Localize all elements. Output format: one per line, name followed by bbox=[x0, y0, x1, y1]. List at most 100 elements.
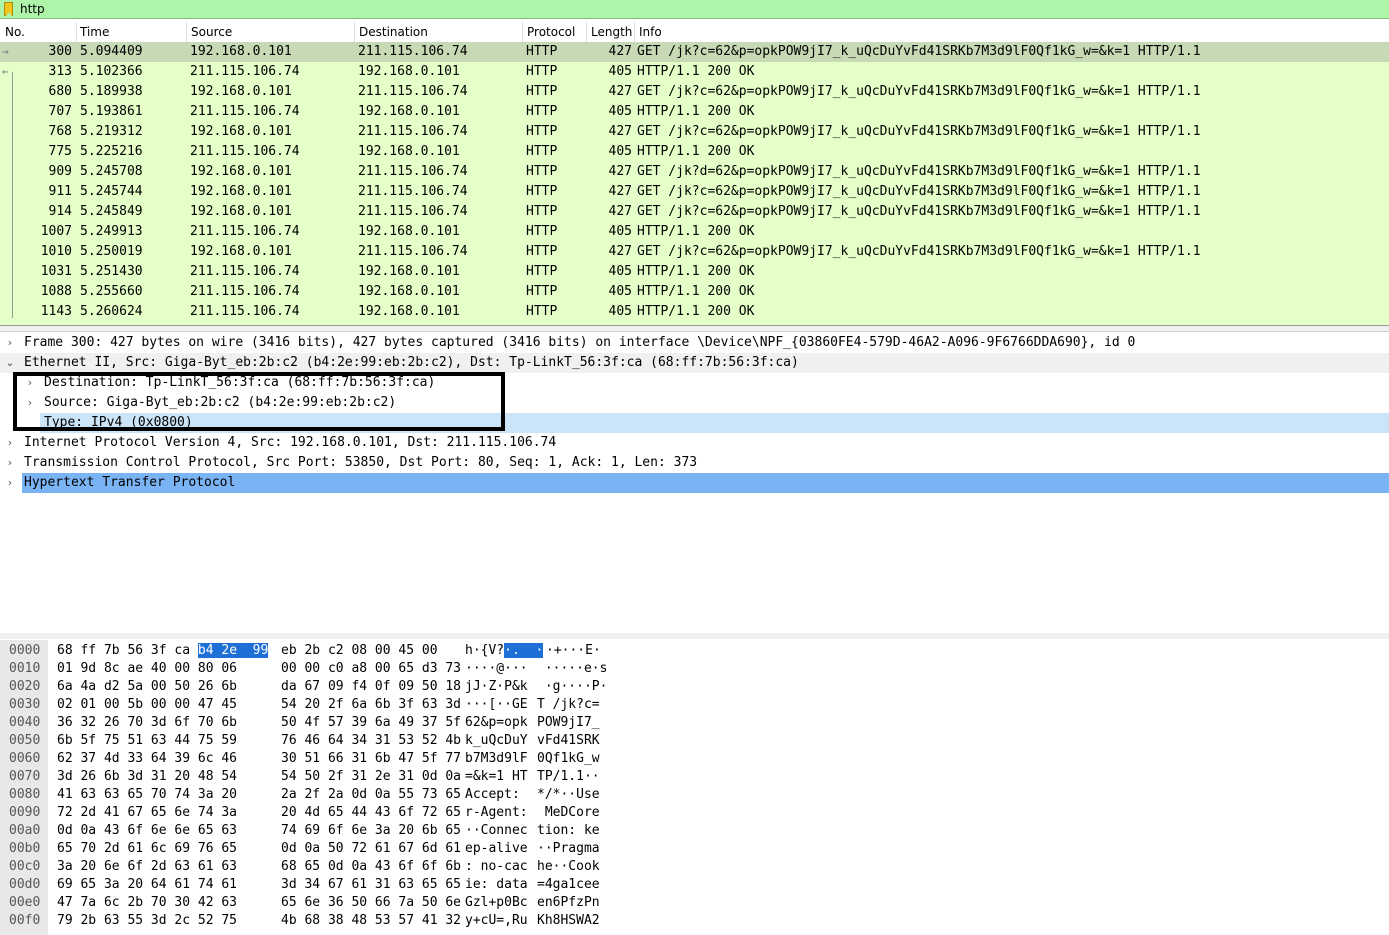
byte-row[interactable]: 0000 68 ff 7b 56 3f ca b4 2e 99 eb 2b c2 0… bbox=[0, 642, 1389, 660]
hex-bytes-right: 76 46 64 34 31 53 52 4b bbox=[281, 733, 462, 748]
ascii-text: ····@··· bbox=[465, 661, 528, 676]
hex-bytes-left: 36 32 26 70 3d 6f 70 6b bbox=[57, 714, 237, 732]
display-filter-bar bbox=[0, 0, 1389, 19]
expand-chevron-right-icon[interactable]: › bbox=[4, 453, 16, 473]
byte-row[interactable]: 0070 3d 26 6b 3d 31 20 48 54 54 50 2f 31 2… bbox=[0, 768, 1389, 786]
hex-bytes-right: 68 65 0d 0a 43 6f 6f 6b bbox=[281, 859, 462, 874]
pane-splitter[interactable] bbox=[0, 633, 1389, 639]
byte-row[interactable]: 0020 6a 4a d2 5a 00 50 26 6b da 67 09 f4 0… bbox=[0, 678, 1389, 696]
byte-row[interactable]: 00c0 3a 20 6e 6f 2d 63 61 63 68 65 0d 0a 4… bbox=[0, 858, 1389, 876]
expand-chevron-right-icon[interactable]: › bbox=[4, 433, 16, 453]
packet-protocol: HTTP bbox=[526, 104, 558, 119]
packet-row[interactable]: 680 5.189938 192.168.0.101 211.115.106.74 HT… bbox=[0, 82, 1389, 102]
byte-row[interactable]: 0090 72 2d 41 67 65 6e 74 3a 20 4d 65 44 4… bbox=[0, 804, 1389, 822]
byte-row[interactable]: 00b0 65 70 2d 61 6c 69 76 65 0d 0a 50 72 6… bbox=[0, 840, 1389, 858]
hex-bytes-right: 00 00 c0 a8 00 65 d3 73 bbox=[281, 661, 462, 676]
detail-text: Hypertext Transfer Protocol bbox=[22, 473, 1389, 493]
related-line-icon bbox=[2, 262, 24, 282]
detail-tcp[interactable]: › Transmission Control Protocol, Src Port… bbox=[0, 453, 1389, 473]
packet-row[interactable]: 1088 5.255660 211.115.106.74 192.168.0.101 H… bbox=[0, 282, 1389, 302]
request-arrow-icon: → bbox=[2, 45, 9, 58]
packet-destination: 192.168.0.101 bbox=[358, 64, 460, 79]
hex-bytes-right: 74 69 6f 6e 3a 20 6b 65 bbox=[281, 823, 462, 838]
display-filter-input[interactable] bbox=[18, 1, 1382, 17]
byte-row[interactable]: 0080 41 63 63 65 70 74 3a 20 2a 2f 2a 0d 0… bbox=[0, 786, 1389, 804]
expand-chevron-right-icon[interactable]: › bbox=[4, 333, 16, 353]
packet-row[interactable]: 914 5.245849 192.168.0.101 211.115.106.74 HT… bbox=[0, 202, 1389, 222]
byte-row[interactable]: 0050 6b 5f 75 51 63 44 75 59 76 46 64 34 3… bbox=[0, 732, 1389, 750]
ascii-text: =&k=1 HT bbox=[465, 769, 528, 784]
byte-row[interactable]: 0040 36 32 26 70 3d 6f 70 6b 50 4f 57 39 6… bbox=[0, 714, 1389, 732]
packet-source: 192.168.0.101 bbox=[190, 124, 292, 139]
detail-ethernet[interactable]: ⌄ Ethernet II, Src: Giga-Byt_eb:2b:c2 (b4… bbox=[0, 353, 1389, 373]
packet-row[interactable]: 1031 5.251430 211.115.106.74 192.168.0.101 H… bbox=[0, 262, 1389, 282]
packet-time: 5.251430 bbox=[80, 264, 143, 279]
column-header-length[interactable]: Length bbox=[591, 25, 632, 39]
byte-row[interactable]: 0010 01 9d 8c ae 40 00 80 06 00 00 c0 a8 0… bbox=[0, 660, 1389, 678]
packet-source: 211.115.106.74 bbox=[190, 144, 300, 159]
hex-bytes-right: 4b 68 38 48 53 57 41 32 bbox=[281, 913, 462, 928]
packet-row[interactable]: 775 5.225216 211.115.106.74 192.168.0.101 HT… bbox=[0, 142, 1389, 162]
detail-frame[interactable]: › Frame 300: 427 bytes on wire (3416 bits… bbox=[0, 333, 1389, 353]
byte-row[interactable]: 0060 62 37 4d 33 64 39 6c 46 30 51 66 31 6… bbox=[0, 750, 1389, 768]
packet-length: 427 bbox=[608, 164, 632, 179]
packet-source: 211.115.106.74 bbox=[190, 104, 300, 119]
ascii-left: =&k=1 HT bbox=[465, 768, 528, 786]
expand-chevron-down-icon[interactable]: ⌄ bbox=[4, 353, 16, 373]
hex-bytes-right: 65 6e 36 50 66 7a 50 6e bbox=[281, 895, 462, 910]
related-line-icon bbox=[2, 182, 24, 202]
ascii-left: ie: data bbox=[465, 876, 528, 894]
byte-offset: 0020 bbox=[9, 679, 41, 694]
packet-length: 405 bbox=[608, 104, 632, 119]
hex-bytes-right: da 67 09 f4 0f 09 50 18 bbox=[281, 679, 462, 694]
packet-info: GET /jk?c=62&p=opkPOW9jI7_k_uQcDuYvFd41S… bbox=[637, 244, 1201, 259]
packet-time: 5.245744 bbox=[80, 184, 143, 199]
packet-info: HTTP/1.1 200 OK bbox=[637, 304, 755, 319]
ascii-text: b7M3d9lF bbox=[465, 751, 528, 766]
detail-http[interactable]: › Hypertext Transfer Protocol bbox=[0, 473, 1389, 493]
packet-length: 427 bbox=[608, 84, 632, 99]
packet-row[interactable]: 1143 5.260624 211.115.106.74 192.168.0.101 H… bbox=[0, 302, 1389, 322]
hex-bytes-left: 6b 5f 75 51 63 44 75 59 bbox=[57, 732, 237, 750]
packet-time: 5.219312 bbox=[80, 124, 143, 139]
ascii-text: r-Agent: bbox=[465, 805, 528, 820]
packet-destination: 211.115.106.74 bbox=[358, 44, 468, 59]
packet-row[interactable]: 768 5.219312 192.168.0.101 211.115.106.74 HT… bbox=[0, 122, 1389, 142]
hex-text: 6a 4a d2 5a 00 50 26 6b bbox=[57, 679, 238, 694]
ascii-right: ·+···E· bbox=[546, 643, 601, 658]
packet-row[interactable]: 1010 5.250019 192.168.0.101 211.115.106.74 H… bbox=[0, 242, 1389, 262]
ascii-text: ep-alive bbox=[465, 841, 528, 856]
packet-row[interactable]: 300 5.094409 192.168.0.101 211.115.106.74 HT… bbox=[0, 42, 1389, 62]
packet-source: 211.115.106.74 bbox=[190, 64, 300, 79]
ascii-right: MeDCore bbox=[537, 805, 600, 820]
packet-row[interactable]: 313 5.102366 211.115.106.74 192.168.0.101 HT… bbox=[0, 62, 1389, 82]
column-header-time[interactable]: Time bbox=[80, 25, 109, 39]
column-header-source[interactable]: Source bbox=[191, 25, 232, 39]
packet-info: HTTP/1.1 200 OK bbox=[637, 284, 755, 299]
bookmark-icon[interactable] bbox=[4, 2, 13, 16]
ascii-right: =4ga1cee bbox=[537, 877, 600, 892]
packet-row[interactable]: 707 5.193861 211.115.106.74 192.168.0.101 HT… bbox=[0, 102, 1389, 122]
column-header-protocol[interactable]: Protocol bbox=[527, 25, 575, 39]
column-header-info[interactable]: Info bbox=[639, 25, 662, 39]
packet-row[interactable]: 911 5.245744 192.168.0.101 211.115.106.74 HT… bbox=[0, 182, 1389, 202]
byte-row[interactable]: 00d0 69 65 3a 20 64 61 74 61 3d 34 67 61 3… bbox=[0, 876, 1389, 894]
packet-time: 5.249913 bbox=[80, 224, 143, 239]
column-header-no[interactable]: No. bbox=[5, 25, 25, 39]
hex-text: 62 37 4d 33 64 39 6c 46 bbox=[57, 751, 238, 766]
packet-protocol: HTTP bbox=[526, 224, 558, 239]
byte-row[interactable]: 00a0 0d 0a 43 6f 6e 6e 65 63 74 69 6f 6e 3… bbox=[0, 822, 1389, 840]
column-header-destination[interactable]: Destination bbox=[359, 25, 428, 39]
byte-row[interactable]: 0030 02 01 00 5b 00 00 47 45 54 20 2f 6a 6… bbox=[0, 696, 1389, 714]
packet-row[interactable]: 1007 5.249913 211.115.106.74 192.168.0.101 H… bbox=[0, 222, 1389, 242]
detail-ipv4[interactable]: › Internet Protocol Version 4, Src: 192.1… bbox=[0, 433, 1389, 453]
expand-chevron-right-icon[interactable]: › bbox=[4, 473, 16, 493]
byte-row[interactable]: 00f0 79 2b 63 55 3d 2c 52 75 4b 68 38 48 5… bbox=[0, 912, 1389, 930]
byte-offset: 0060 bbox=[9, 751, 41, 766]
ascii-right: tion: ke bbox=[537, 823, 600, 838]
hex-text: 0d 0a 43 6f 6e 6e 65 63 bbox=[57, 823, 238, 838]
related-line-icon bbox=[2, 82, 24, 102]
packet-row[interactable]: 909 5.245708 192.168.0.101 211.115.106.74 HT… bbox=[0, 162, 1389, 182]
byte-row[interactable]: 00e0 47 7a 6c 2b 70 30 42 63 65 6e 36 50 6… bbox=[0, 894, 1389, 912]
ascii-text: k_uQcDuY bbox=[465, 733, 528, 748]
